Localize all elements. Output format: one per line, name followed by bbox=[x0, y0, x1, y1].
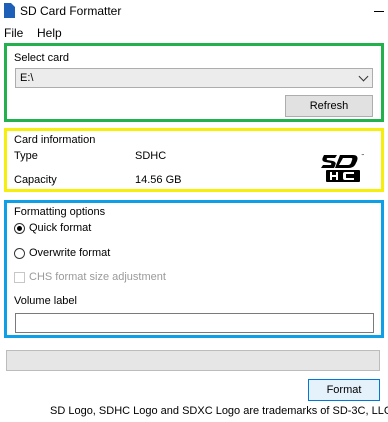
sdhc-logo-icon: ™ bbox=[321, 153, 365, 182]
refresh-button[interactable]: Refresh bbox=[285, 95, 373, 117]
trademark-notice: SD Logo, SDHC Logo and SDXC Logo are tra… bbox=[50, 405, 388, 417]
format-button[interactable]: Format bbox=[308, 379, 380, 401]
overwrite-format-option[interactable]: Overwrite format bbox=[14, 247, 110, 259]
volume-label-input[interactable] bbox=[15, 313, 374, 333]
title-bar: SD Card Formatter bbox=[0, 0, 388, 22]
overwrite-format-label: Overwrite format bbox=[29, 247, 111, 259]
type-label: Type bbox=[14, 150, 38, 162]
volume-label-label: Volume label bbox=[14, 295, 77, 307]
select-card-label: Select card bbox=[14, 52, 70, 64]
formatting-options-group: Formatting options Quick format Overwrit… bbox=[4, 200, 384, 338]
menu-bar: File Help bbox=[0, 22, 388, 42]
chs-adjustment-checkbox bbox=[14, 271, 25, 283]
menu-file[interactable]: File bbox=[4, 26, 23, 40]
card-select-dropdown[interactable]: E:\ bbox=[15, 68, 373, 88]
select-card-group: Select card E:\ Refresh bbox=[4, 43, 384, 122]
formatting-options-label: Formatting options bbox=[14, 206, 106, 218]
capacity-label: Capacity bbox=[14, 174, 57, 186]
minimize-icon bbox=[374, 10, 384, 12]
quick-format-radio[interactable] bbox=[14, 222, 25, 234]
format-progress-bar bbox=[6, 350, 380, 371]
card-information-label: Card information bbox=[14, 134, 96, 146]
type-value: SDHC bbox=[135, 150, 167, 162]
menu-help[interactable]: Help bbox=[37, 26, 62, 40]
sd-card-app-icon bbox=[4, 3, 15, 18]
chs-adjustment-option: CHS format size adjustment bbox=[14, 271, 166, 283]
chs-adjustment-label: CHS format size adjustment bbox=[29, 271, 166, 283]
quick-format-label: Quick format bbox=[29, 222, 92, 234]
quick-format-option[interactable]: Quick format bbox=[14, 222, 91, 234]
window-title: SD Card Formatter bbox=[20, 4, 122, 18]
selected-drive: E:\ bbox=[20, 72, 34, 84]
svg-text:™: ™ bbox=[361, 153, 365, 158]
card-information-group: Card information Type SDHC Capacity 14.5… bbox=[4, 128, 384, 192]
minimize-button[interactable] bbox=[370, 0, 388, 22]
capacity-value: 14.56 GB bbox=[135, 174, 182, 186]
chevron-down-icon bbox=[358, 71, 369, 82]
overwrite-format-radio[interactable] bbox=[14, 247, 25, 259]
